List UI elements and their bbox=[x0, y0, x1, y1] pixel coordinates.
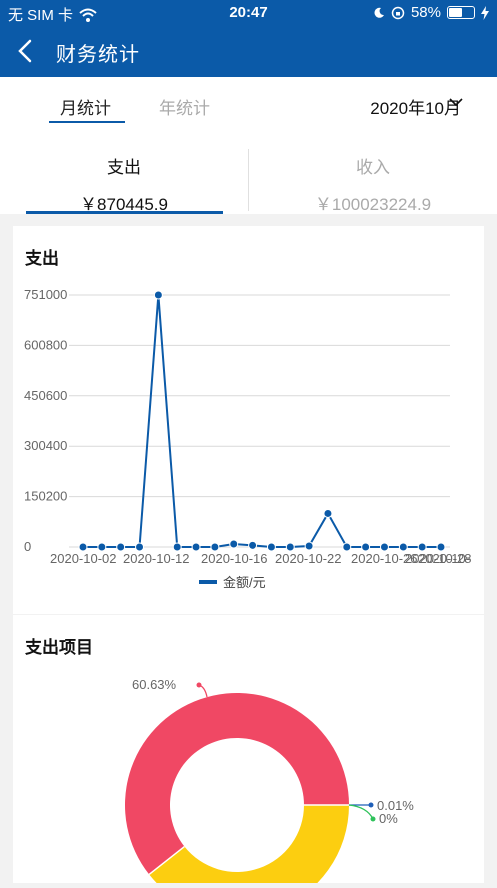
data-point bbox=[267, 543, 275, 551]
chevron-down-icon[interactable] bbox=[449, 97, 463, 107]
back-arrow-icon[interactable] bbox=[14, 38, 38, 64]
y-tick-label: 0 bbox=[24, 539, 31, 554]
summary-income[interactable]: 收入 ￥100023224.9 bbox=[249, 147, 497, 215]
label-dot bbox=[369, 803, 374, 808]
moon-icon bbox=[373, 7, 385, 19]
y-tick-label: 600800 bbox=[24, 337, 67, 352]
summary-income-value: ￥100023224.9 bbox=[249, 190, 497, 215]
x-tick-label: 2020-10-12 bbox=[123, 551, 190, 566]
summary-active-underline bbox=[26, 211, 223, 214]
data-point bbox=[230, 540, 238, 548]
x-tick-label: 2020-10-02 bbox=[50, 551, 117, 566]
data-point bbox=[117, 543, 125, 551]
tab-month[interactable]: 月统计 bbox=[60, 94, 111, 119]
data-point bbox=[305, 542, 313, 550]
period-tabs: 月统计 年统计 2020年10月 bbox=[0, 77, 497, 132]
data-point bbox=[136, 543, 144, 551]
data-point bbox=[437, 543, 445, 551]
legend-swatch bbox=[199, 580, 217, 584]
x-tick-label: 2020-10- bbox=[418, 551, 470, 566]
data-point bbox=[154, 291, 162, 299]
summary-income-label: 收入 bbox=[249, 153, 497, 178]
data-point bbox=[79, 543, 87, 551]
data-point bbox=[343, 543, 351, 551]
month-picker[interactable]: 2020年10月 bbox=[370, 94, 461, 119]
pie-card-title: 支出项目 bbox=[25, 633, 93, 658]
data-point bbox=[362, 543, 370, 551]
data-point bbox=[286, 543, 294, 551]
summary-expense-label: 支出 bbox=[0, 153, 248, 178]
expense-items-card: 支出项目 60.63%0.01%0% bbox=[13, 615, 484, 883]
data-point bbox=[211, 543, 219, 551]
data-point bbox=[173, 543, 181, 551]
rotation-lock-icon bbox=[391, 6, 405, 20]
summary-expense[interactable]: 支出 ￥870445.9 bbox=[0, 147, 248, 215]
tab-active-underline bbox=[49, 121, 125, 123]
slice-label: 0% bbox=[379, 811, 398, 826]
nav-bar: 财务统计 bbox=[0, 26, 497, 77]
data-point bbox=[380, 543, 388, 551]
battery-icon bbox=[447, 6, 475, 19]
data-point bbox=[399, 543, 407, 551]
y-tick-label: 450600 bbox=[24, 388, 67, 403]
data-point bbox=[418, 543, 426, 551]
data-point bbox=[249, 541, 257, 549]
slice-label: 60.63% bbox=[132, 677, 177, 692]
stats-header-panel: 月统计 年统计 2020年10月 支出 ￥870445.9 收入 ￥100023… bbox=[0, 77, 497, 214]
y-tick-label: 150200 bbox=[24, 489, 67, 504]
line-card-title: 支出 bbox=[25, 244, 59, 269]
charging-bolt-icon bbox=[481, 6, 489, 20]
data-point bbox=[324, 509, 332, 517]
status-right: 58% bbox=[373, 4, 489, 21]
page-title: 财务统计 bbox=[56, 38, 140, 67]
series-line bbox=[83, 295, 441, 547]
battery-percent: 58% bbox=[411, 4, 441, 21]
y-tick-label: 751000 bbox=[24, 287, 67, 302]
battery-fill bbox=[449, 8, 462, 17]
x-tick-label: 2020-10-22 bbox=[275, 551, 342, 566]
x-tick-label: 2020-10-16 bbox=[201, 551, 268, 566]
data-point bbox=[192, 543, 200, 551]
summary-switch: 支出 ￥870445.9 收入 ￥100023224.9 bbox=[0, 147, 497, 214]
tab-year[interactable]: 年统计 bbox=[159, 94, 210, 119]
label-dot bbox=[197, 683, 202, 688]
label-dot bbox=[371, 817, 376, 822]
status-bar: 无 SIM 卡 20:47 58% bbox=[0, 0, 497, 26]
expense-line-chart: 0 150200 300400 450600 600800 751000 2020-10-0… bbox=[13, 226, 484, 614]
expense-line-card: 支出 0 150200 300400 450600 600800 751000 2020-1… bbox=[13, 226, 484, 614]
label-leader bbox=[349, 805, 373, 819]
legend-label: 金额/元 bbox=[223, 575, 266, 590]
y-tick-label: 300400 bbox=[24, 438, 67, 453]
data-point bbox=[98, 543, 106, 551]
